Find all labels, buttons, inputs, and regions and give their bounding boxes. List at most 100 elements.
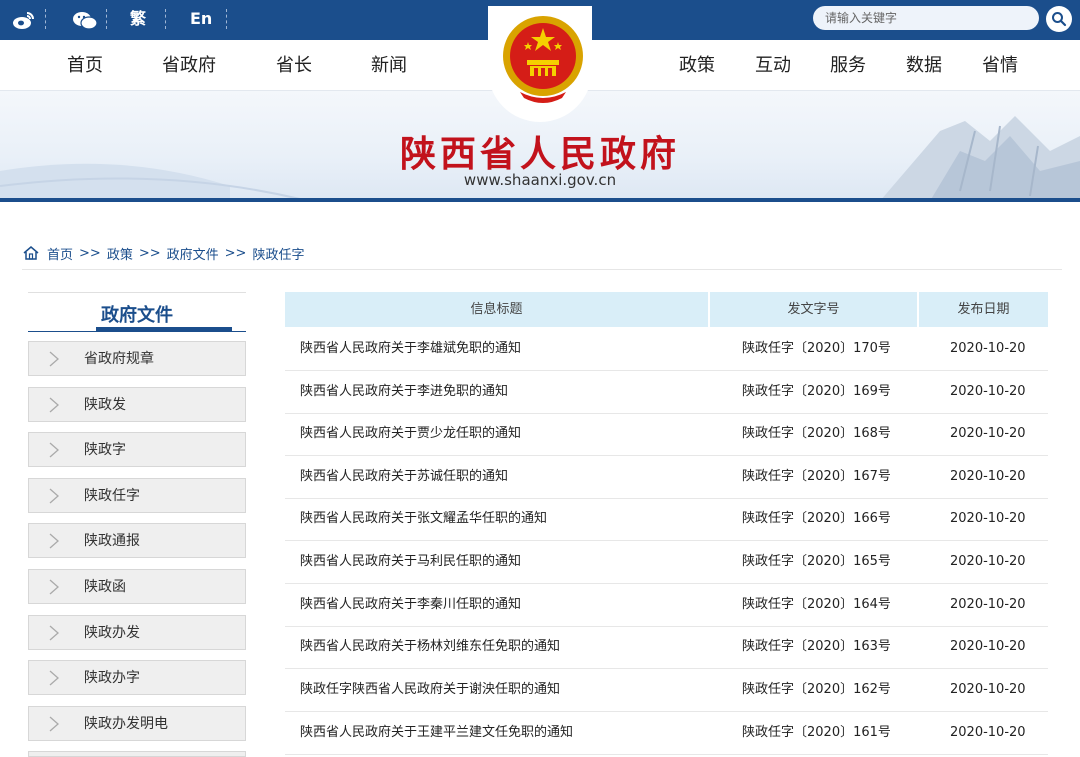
row-doc-number: 陕政任字〔2020〕170号 bbox=[742, 341, 891, 356]
breadcrumb-item-current[interactable]: 陕政任字 bbox=[252, 244, 304, 263]
row-doc-number: 陕政任字〔2020〕168号 bbox=[742, 426, 891, 441]
national-emblem bbox=[503, 16, 583, 103]
nav-item-interaction[interactable]: 互动 bbox=[755, 40, 791, 90]
sidebar-item-partial bbox=[28, 751, 246, 757]
sidebar-item-shaanzhengbanfamingdian[interactable]: 陕政办发明电 bbox=[28, 706, 246, 741]
row-doc-number: 陕政任字〔2020〕165号 bbox=[742, 554, 891, 569]
nav-item-news[interactable]: 新闻 bbox=[371, 40, 407, 90]
sidebar-item-shaanzhengzi[interactable]: 陕政字 bbox=[28, 432, 246, 467]
sidebar-item-regulations[interactable]: 省政府规章 bbox=[28, 341, 246, 376]
sidebar-title-underline bbox=[96, 327, 232, 331]
sidebar-item-shaanzhengtongbao[interactable]: 陕政通报 bbox=[28, 523, 246, 558]
search-button[interactable] bbox=[1046, 6, 1072, 32]
divider bbox=[106, 9, 107, 29]
banner-divider bbox=[0, 198, 1080, 202]
table-row: 陕西省人民政府关于杨林刘维东任免职的通知 陕政任字〔2020〕163号 2020… bbox=[285, 626, 1048, 669]
row-title-link[interactable]: 陕西省人民政府关于张文耀孟华任职的通知 bbox=[300, 498, 547, 540]
sidebar-item-shaanzhengbanfa[interactable]: 陕政办发 bbox=[28, 615, 246, 650]
row-date: 2020-10-20 bbox=[950, 426, 1026, 441]
chevron-right-icon bbox=[49, 670, 59, 686]
row-date: 2020-10-20 bbox=[950, 725, 1026, 740]
sidebar-item-label: 陕政发 bbox=[84, 397, 126, 413]
breadcrumb-separator: >> bbox=[79, 245, 101, 261]
breadcrumb-item-policy[interactable]: 政策 bbox=[107, 244, 133, 263]
row-doc-number: 陕政任字〔2020〕166号 bbox=[742, 511, 891, 526]
site-title: 陕西省人民政府 bbox=[399, 133, 680, 175]
row-doc-number: 陕政任字〔2020〕163号 bbox=[742, 639, 891, 654]
sidebar-item-label: 陕政通报 bbox=[84, 533, 140, 549]
column-header-date: 发布日期 bbox=[957, 302, 1010, 317]
row-title-link[interactable]: 陕政任字陕西省人民政府关于谢泱任职的通知 bbox=[300, 669, 560, 711]
divider bbox=[165, 9, 166, 29]
nav-item-policy[interactable]: 政策 bbox=[679, 40, 715, 90]
row-title-link[interactable]: 陕西省人民政府关于杨林刘维东任免职的通知 bbox=[300, 626, 560, 668]
sidebar-title: 政府文件 bbox=[101, 305, 173, 326]
table-row: 陕西省人民政府关于李进免职的通知 陕政任字〔2020〕169号 2020-10-… bbox=[285, 371, 1048, 414]
table-row: 陕西省人民政府关于李秦川任职的通知 陕政任字〔2020〕164号 2020-10… bbox=[285, 584, 1048, 627]
table-row: 陕政任字陕西省人民政府关于谢泱任职的通知 陕政任字〔2020〕162号 2020… bbox=[285, 669, 1048, 712]
site-url: www.shaanxi.gov.cn bbox=[463, 171, 617, 189]
sidebar-item-shaanzhenghan[interactable]: 陕政函 bbox=[28, 569, 246, 604]
traditional-chinese-link[interactable]: 繁 bbox=[130, 0, 146, 40]
column-header-doc-number: 发文字号 bbox=[787, 302, 840, 317]
breadcrumb-separator: >> bbox=[138, 245, 161, 261]
search-input[interactable] bbox=[813, 6, 1039, 30]
table-row: 陕西省人民政府关于王建平兰建文任免职的通知 陕政任字〔2020〕161号 202… bbox=[285, 712, 1048, 755]
table-row: 陕西省人民政府关于贾少龙任职的通知 陕政任字〔2020〕168号 2020-10… bbox=[285, 413, 1048, 456]
row-doc-number: 陕政任字〔2020〕161号 bbox=[742, 725, 891, 740]
chevron-right-icon bbox=[49, 533, 59, 549]
divider bbox=[226, 9, 227, 29]
chevron-right-icon bbox=[49, 442, 59, 458]
row-doc-number: 陕政任字〔2020〕164号 bbox=[742, 597, 891, 612]
row-date: 2020-10-20 bbox=[950, 469, 1026, 484]
table-header: 信息标题 发文字号 发布日期 bbox=[285, 292, 1048, 327]
chevron-right-icon bbox=[49, 716, 59, 732]
row-title-link[interactable]: 陕西省人民政府关于王建平兰建文任免职的通知 bbox=[300, 712, 573, 754]
english-link[interactable]: En bbox=[190, 0, 212, 40]
chevron-right-icon bbox=[49, 397, 59, 413]
breadcrumb-item-gov-documents[interactable]: 政府文件 bbox=[167, 244, 219, 263]
row-date: 2020-10-20 bbox=[950, 511, 1026, 526]
weibo-icon[interactable] bbox=[12, 0, 36, 40]
nav-item-data[interactable]: 数据 bbox=[906, 40, 942, 90]
nav-item-services[interactable]: 服务 bbox=[830, 40, 866, 90]
row-date: 2020-10-20 bbox=[950, 682, 1026, 697]
chevron-right-icon bbox=[49, 579, 59, 595]
table-row: 陕西省人民政府关于张文耀孟华任职的通知 陕政任字〔2020〕166号 2020-… bbox=[285, 498, 1048, 541]
sidebar-item-label: 陕政办发明电 bbox=[84, 716, 168, 732]
wechat-icon[interactable] bbox=[72, 0, 98, 40]
column-header-title: 信息标题 bbox=[470, 302, 523, 317]
sidebar-item-shaanzhengfa[interactable]: 陕政发 bbox=[28, 387, 246, 422]
breadcrumb: 首页 >> 政策 >> 政府文件 >> 陕政任字 bbox=[22, 243, 310, 263]
sidebar-item-label: 陕政任字 bbox=[84, 488, 140, 504]
row-doc-number: 陕政任字〔2020〕162号 bbox=[742, 682, 891, 697]
row-title-link[interactable]: 陕西省人民政府关于李雄斌免职的通知 bbox=[300, 328, 521, 370]
row-title-link[interactable]: 陕西省人民政府关于苏诚任职的通知 bbox=[300, 456, 508, 498]
divider bbox=[45, 9, 46, 29]
row-title-link[interactable]: 陕西省人民政府关于贾少龙任职的通知 bbox=[300, 413, 521, 455]
row-doc-number: 陕政任字〔2020〕167号 bbox=[742, 469, 891, 484]
sidebar-header: 政府文件 bbox=[28, 292, 246, 332]
chevron-right-icon bbox=[49, 625, 59, 641]
table-row: 陕西省人民政府关于李雄斌免职的通知 陕政任字〔2020〕170号 2020-10… bbox=[285, 328, 1048, 371]
row-date: 2020-10-20 bbox=[950, 341, 1026, 356]
home-icon[interactable] bbox=[22, 245, 40, 261]
nav-item-province-info[interactable]: 省情 bbox=[982, 40, 1018, 90]
row-date: 2020-10-20 bbox=[950, 639, 1026, 654]
table-row: 陕西省人民政府关于苏诚任职的通知 陕政任字〔2020〕167号 2020-10-… bbox=[285, 456, 1048, 499]
row-title-link[interactable]: 陕西省人民政府关于李秦川任职的通知 bbox=[300, 584, 521, 626]
row-title-link[interactable]: 陕西省人民政府关于马利民任职的通知 bbox=[300, 541, 521, 583]
sidebar-item-label: 陕政函 bbox=[84, 579, 126, 595]
sidebar-item-label: 陕政字 bbox=[84, 442, 126, 458]
breadcrumb-divider bbox=[22, 269, 1062, 270]
nav-item-home[interactable]: 首页 bbox=[67, 40, 103, 90]
sidebar-item-shaanzhengrenzi[interactable]: 陕政任字 bbox=[28, 478, 246, 513]
table-row: 陕西省人民政府关于马利民任职的通知 陕政任字〔2020〕165号 2020-10… bbox=[285, 541, 1048, 584]
sidebar-item-shaanzhengbanzi[interactable]: 陕政办字 bbox=[28, 660, 246, 695]
breadcrumb-item-home[interactable]: 首页 bbox=[47, 244, 73, 263]
row-date: 2020-10-20 bbox=[950, 384, 1026, 399]
nav-item-government[interactable]: 省政府 bbox=[162, 40, 216, 90]
row-title-link[interactable]: 陕西省人民政府关于李进免职的通知 bbox=[300, 371, 508, 413]
nav-item-governor[interactable]: 省长 bbox=[276, 40, 312, 90]
sidebar-item-label: 陕政办发 bbox=[84, 625, 140, 641]
